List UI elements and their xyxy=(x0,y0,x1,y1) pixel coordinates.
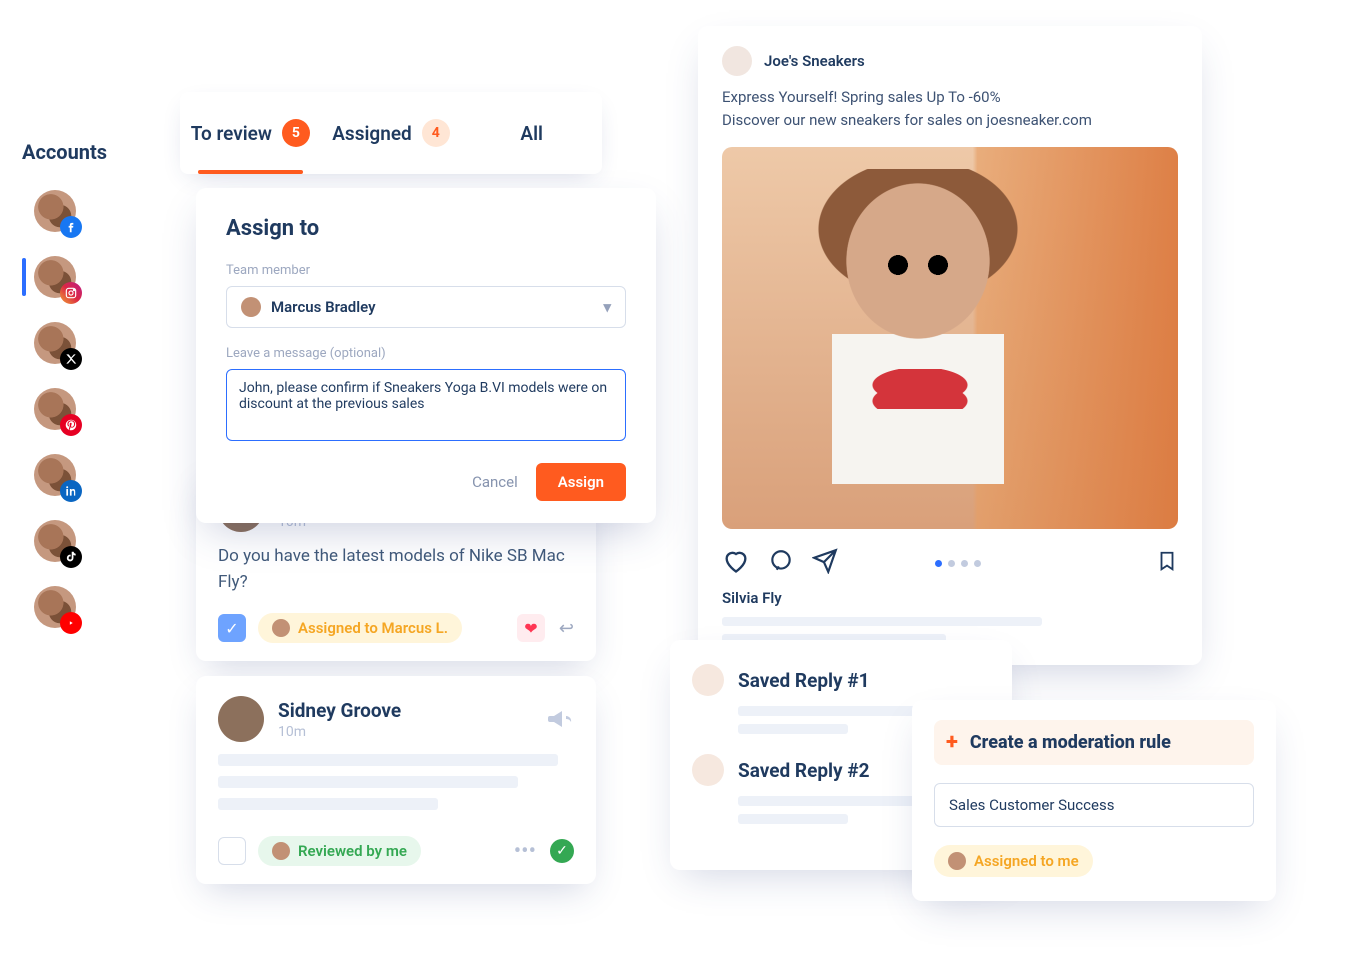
reviewed-label: Reviewed by me xyxy=(298,842,407,860)
post-preview-card: Joe's Sneakers Express Yourself! Spring … xyxy=(698,26,1202,665)
message-label: Leave a message (optional) xyxy=(226,346,626,361)
like-button[interactable]: ❤ xyxy=(517,614,545,642)
post-text-line2: Discover our new sneakers for sales on j… xyxy=(722,111,1092,129)
assign-button[interactable]: Assign xyxy=(536,463,626,501)
avatar xyxy=(948,852,966,870)
avatar xyxy=(241,297,261,317)
moderation-rule-card: + Create a moderation rule Assigned to m… xyxy=(912,700,1276,901)
saved-reply-title: Saved Reply #2 xyxy=(738,759,870,782)
youtube-icon xyxy=(60,612,82,634)
create-moderation-rule-button[interactable]: + Create a moderation rule xyxy=(934,720,1254,765)
accounts-sidebar: Accounts xyxy=(22,140,132,628)
accounts-list xyxy=(22,190,132,628)
account-tiktok[interactable] xyxy=(22,520,132,562)
select-checkbox[interactable] xyxy=(218,837,246,865)
x-icon xyxy=(60,348,82,370)
avatar xyxy=(272,619,290,637)
chevron-down-icon: ▾ xyxy=(603,298,611,316)
post-author: Joe's Sneakers xyxy=(764,52,865,70)
accounts-title: Accounts xyxy=(22,140,132,164)
more-menu[interactable]: ••• xyxy=(514,839,536,864)
comment-body: Do you have the latest models of Nike SB… xyxy=(218,544,574,595)
facebook-icon xyxy=(60,216,82,238)
tab-assigned[interactable]: Assigned 4 xyxy=(321,92,462,174)
account-x[interactable] xyxy=(22,322,132,364)
team-member-label: Team member xyxy=(226,263,626,278)
skeleton-line xyxy=(738,724,848,734)
team-member-value: Marcus Bradley xyxy=(271,298,376,316)
skeleton-line xyxy=(738,706,918,716)
reply-icon[interactable]: ↩ xyxy=(559,618,574,639)
sneaker-icon xyxy=(692,754,724,786)
comment-card: Sidney Groove 10m Reviewed by me ••• ✓ xyxy=(196,676,596,884)
moderation-rule-input[interactable] xyxy=(934,783,1254,827)
tab-all[interactable]: All xyxy=(461,92,602,174)
account-facebook[interactable] xyxy=(22,190,132,232)
carousel-dots xyxy=(935,560,981,567)
megaphone-icon xyxy=(548,708,574,730)
account-instagram[interactable] xyxy=(22,256,132,298)
cancel-button[interactable]: Cancel xyxy=(472,473,518,491)
account-pinterest[interactable] xyxy=(22,388,132,430)
comment-author: Sidney Groove xyxy=(278,699,401,722)
tab-assigned-count: 4 xyxy=(422,119,450,147)
plus-icon: + xyxy=(946,730,958,755)
assign-title: Assign to xyxy=(226,216,626,241)
avatar xyxy=(218,696,264,742)
tab-all-label: All xyxy=(520,122,543,145)
post-commenter: Silvia Fly xyxy=(722,589,1178,607)
assigned-pill: Assigned to Marcus L. xyxy=(258,613,462,643)
post-text: Express Yourself! Spring sales Up To -60… xyxy=(722,86,1178,131)
avatar xyxy=(272,842,290,860)
heart-icon[interactable] xyxy=(722,547,750,579)
team-member-select[interactable]: Marcus Bradley ▾ xyxy=(226,286,626,328)
review-tabs: To review 5 Assigned 4 All xyxy=(180,92,602,174)
tab-assigned-label: Assigned xyxy=(332,122,412,145)
bookmark-icon[interactable] xyxy=(1156,548,1178,578)
skeleton-line xyxy=(738,814,848,824)
tab-to-review-count: 5 xyxy=(282,119,310,147)
saved-reply-title: Saved Reply #1 xyxy=(738,669,870,692)
sneaker-icon xyxy=(692,664,724,696)
post-text-line1: Express Yourself! Spring sales Up To -60… xyxy=(722,88,1001,106)
reviewed-pill: Reviewed by me xyxy=(258,836,421,866)
moderation-title: Create a moderation rule xyxy=(970,732,1171,753)
skeleton-line xyxy=(738,796,918,806)
instagram-icon xyxy=(60,282,82,304)
tab-to-review[interactable]: To review 5 xyxy=(180,92,321,174)
account-linkedin[interactable] xyxy=(22,454,132,496)
comment-icon[interactable] xyxy=(768,548,794,578)
comment-time: 10m xyxy=(278,724,401,740)
skeleton-line xyxy=(218,776,518,788)
avatar xyxy=(722,46,752,76)
pinterest-icon xyxy=(60,414,82,436)
tiktok-icon xyxy=(60,546,82,568)
assigned-label: Assigned to Marcus L. xyxy=(298,619,448,637)
account-youtube[interactable] xyxy=(22,586,132,628)
assigned-to-me-label: Assigned to me xyxy=(974,852,1079,870)
select-checkbox[interactable]: ✓ xyxy=(218,614,246,642)
tab-to-review-label: To review xyxy=(191,122,272,145)
assigned-to-me-pill: Assigned to me xyxy=(934,845,1093,877)
message-input[interactable] xyxy=(226,369,626,441)
skeleton-line xyxy=(218,798,438,810)
share-icon[interactable] xyxy=(812,548,838,578)
post-image xyxy=(722,147,1178,529)
assign-to-dialog: Assign to Team member Marcus Bradley ▾ L… xyxy=(196,188,656,523)
skeleton-line xyxy=(722,617,1042,626)
linkedin-icon xyxy=(60,480,82,502)
saved-reply-item[interactable]: Saved Reply #1 xyxy=(692,664,990,696)
reviewed-check-icon: ✓ xyxy=(550,839,574,863)
skeleton-line xyxy=(218,754,558,766)
